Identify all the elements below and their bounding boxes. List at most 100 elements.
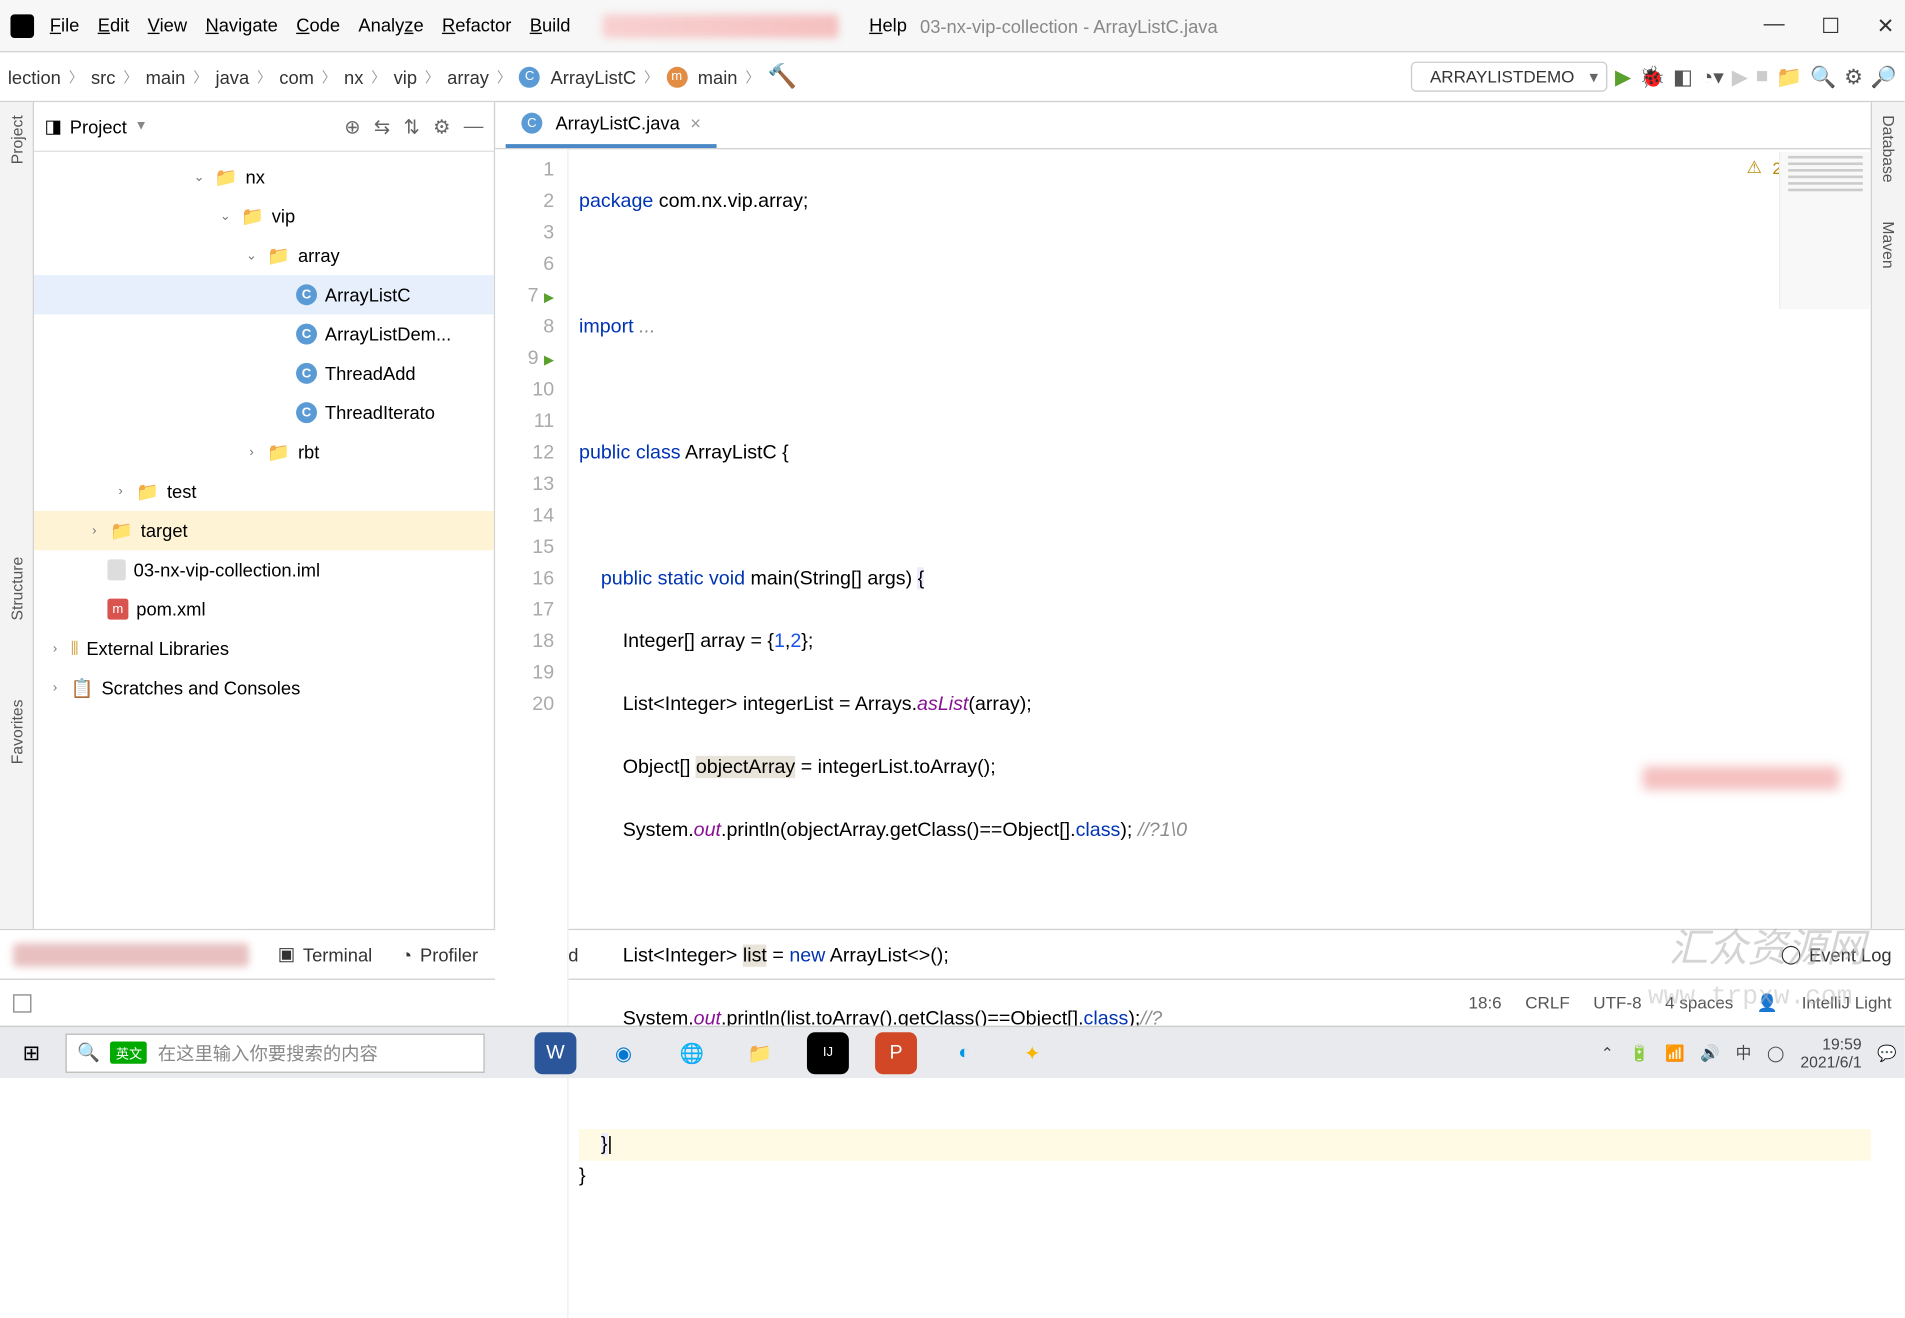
- project-sidebar: ◨Project▼ ⊕ ⇆ ⇅ ⚙ — ⌄📁nx ⌄📁vip ⌄📁array C…: [34, 102, 495, 929]
- tree-array[interactable]: ⌄📁array: [34, 236, 494, 275]
- tree-scratch[interactable]: ›📋Scratches and Consoles: [34, 668, 494, 707]
- code-editor[interactable]: 123 6 7 ▶ 8 9 ▶ 101112 131415 161718 192…: [495, 149, 1871, 1318]
- menu-code[interactable]: Code: [296, 14, 340, 38]
- app2-icon[interactable]: ✦: [1011, 1032, 1053, 1074]
- maximize-button[interactable]: ☐: [1821, 12, 1840, 38]
- crumb-src[interactable]: src: [91, 66, 115, 87]
- tab-filename: ArrayListC.java: [555, 113, 679, 134]
- rail-database[interactable]: Database: [1879, 115, 1897, 182]
- profile-icon[interactable]: ◔▾: [1701, 64, 1724, 90]
- redacted-bottom: [13, 943, 249, 967]
- crumb-java[interactable]: java: [215, 66, 249, 87]
- stop-icon[interactable]: ■: [1756, 65, 1769, 89]
- tree-target[interactable]: ›📁target: [34, 511, 494, 550]
- edge-icon[interactable]: ◉: [603, 1032, 645, 1074]
- profiler-tab[interactable]: ◔ Profiler: [401, 944, 478, 965]
- tree-rbt[interactable]: ›📁rbt: [34, 432, 494, 471]
- crumb-class[interactable]: ArrayListC: [551, 66, 637, 87]
- close-tab-icon[interactable]: ×: [690, 113, 701, 134]
- menu-analyze[interactable]: Analyze: [358, 14, 423, 38]
- project-tree: ⌄📁nx ⌄📁vip ⌄📁array CArrayListC CArrayLis…: [34, 152, 494, 929]
- tree-test[interactable]: ›📁test: [34, 472, 494, 511]
- tray-clock[interactable]: 19:59 2021/6/1: [1800, 1034, 1861, 1071]
- menu-file[interactable]: File: [50, 14, 80, 38]
- tray-battery-icon[interactable]: 🔋: [1630, 1043, 1650, 1061]
- ime-badge: 英文: [111, 1041, 148, 1063]
- project-view-select[interactable]: ◨Project▼: [45, 115, 148, 137]
- crumb-array[interactable]: array: [447, 66, 489, 87]
- word-icon[interactable]: W: [534, 1032, 576, 1074]
- search-icon: 🔍: [77, 1041, 100, 1063]
- menu-build[interactable]: Build: [530, 14, 571, 38]
- redacted-area: [602, 14, 838, 38]
- search-placeholder: 在这里输入你要搜索的内容: [158, 1039, 378, 1065]
- tree-extlib[interactable]: ›⫴External Libraries: [34, 629, 494, 668]
- collapse-icon[interactable]: ⇅: [403, 115, 419, 139]
- tray-volume-icon[interactable]: 🔊: [1700, 1043, 1720, 1061]
- search-everywhere-icon[interactable]: 🔍: [1810, 64, 1836, 90]
- app-icon[interactable]: ◐: [943, 1032, 985, 1074]
- git-icon[interactable]: 📁: [1776, 64, 1802, 90]
- menu-edit[interactable]: Edit: [98, 14, 130, 38]
- tray-wifi-icon[interactable]: 📶: [1665, 1043, 1685, 1061]
- minimap[interactable]: [1779, 152, 1871, 309]
- tree-arraylistc[interactable]: CArrayListC: [34, 275, 494, 314]
- crumb-vip[interactable]: vip: [394, 66, 417, 87]
- settings-icon[interactable]: ⚙: [1844, 64, 1863, 90]
- tree-threadadd[interactable]: CThreadAdd: [34, 354, 494, 393]
- explorer-icon[interactable]: 📁: [739, 1032, 781, 1074]
- build-icon[interactable]: 🔨: [768, 63, 797, 91]
- tree-vip[interactable]: ⌄📁vip: [34, 196, 494, 235]
- class-icon: C: [519, 66, 540, 87]
- hide-icon[interactable]: —: [464, 115, 484, 137]
- editor-tab[interactable]: C ArrayListC.java ×: [506, 102, 717, 148]
- class-icon: C: [521, 113, 542, 134]
- crumb-lection[interactable]: lection: [8, 66, 61, 87]
- menu-help[interactable]: Help: [869, 14, 907, 38]
- rail-maven[interactable]: Maven: [1879, 222, 1897, 269]
- debug-icon[interactable]: 🐞: [1639, 64, 1665, 90]
- rail-project[interactable]: Project: [7, 115, 25, 164]
- tray-ime-icon[interactable]: 中: [1736, 1041, 1752, 1063]
- attach-icon[interactable]: ▶: [1732, 64, 1748, 90]
- tree-iml[interactable]: 03-nx-vip-collection.iml: [34, 550, 494, 589]
- powerpoint-icon[interactable]: P: [875, 1032, 917, 1074]
- tray-sync-icon[interactable]: ◯: [1767, 1043, 1785, 1061]
- menu-view[interactable]: View: [148, 14, 187, 38]
- coverage-icon[interactable]: ◧: [1673, 64, 1693, 90]
- taskbar-search[interactable]: 🔍 英文 在这里输入你要搜索的内容: [66, 1033, 485, 1072]
- tray-up-icon[interactable]: ⌃: [1601, 1043, 1614, 1061]
- run-icon[interactable]: ▶: [1615, 64, 1631, 90]
- terminal-tab[interactable]: ▣ Terminal: [278, 943, 373, 965]
- menu-navigate[interactable]: Navigate: [205, 14, 277, 38]
- rail-favorites[interactable]: Favorites: [7, 700, 25, 765]
- minimize-button[interactable]: —: [1764, 12, 1785, 38]
- window-title: 03-nx-vip-collection - ArrayListC.java: [920, 15, 1218, 36]
- close-button[interactable]: ✕: [1877, 12, 1895, 38]
- tree-pom[interactable]: mpom.xml: [34, 590, 494, 629]
- crumb-main[interactable]: main: [146, 66, 186, 87]
- run-config-select[interactable]: ARRAYLISTDEMO: [1410, 62, 1607, 92]
- left-tool-rail: Project Structure Favorites: [0, 102, 34, 929]
- menu-refactor[interactable]: Refactor: [442, 14, 511, 38]
- intellij-icon[interactable]: IJ: [807, 1032, 849, 1074]
- crumb-com[interactable]: com: [279, 66, 314, 87]
- crumb-nx[interactable]: nx: [344, 66, 363, 87]
- status-tool-icon[interactable]: [13, 994, 31, 1012]
- crumb-method[interactable]: main: [698, 66, 738, 87]
- tree-nx[interactable]: ⌄📁nx: [34, 157, 494, 196]
- search-icon[interactable]: 🔎: [1871, 64, 1897, 90]
- app-logo-icon: [10, 14, 34, 38]
- main-menu: File Edit View Navigate Code Analyze Ref…: [50, 14, 907, 38]
- tree-arraylistdemo[interactable]: CArrayListDem...: [34, 314, 494, 353]
- rail-structure[interactable]: Structure: [7, 557, 25, 621]
- start-button[interactable]: ⊞: [8, 1032, 55, 1074]
- locate-icon[interactable]: ⊕: [344, 115, 360, 139]
- chrome-icon[interactable]: 🌐: [671, 1032, 713, 1074]
- gear-icon[interactable]: ⚙: [433, 115, 451, 139]
- tree-threaditerator[interactable]: CThreadIterato: [34, 393, 494, 432]
- method-icon: m: [666, 66, 687, 87]
- code-content[interactable]: package com.nx.vip.array; import ... pub…: [569, 149, 1871, 1318]
- expand-icon[interactable]: ⇆: [374, 115, 390, 139]
- tray-notifications-icon[interactable]: 💬: [1877, 1043, 1897, 1061]
